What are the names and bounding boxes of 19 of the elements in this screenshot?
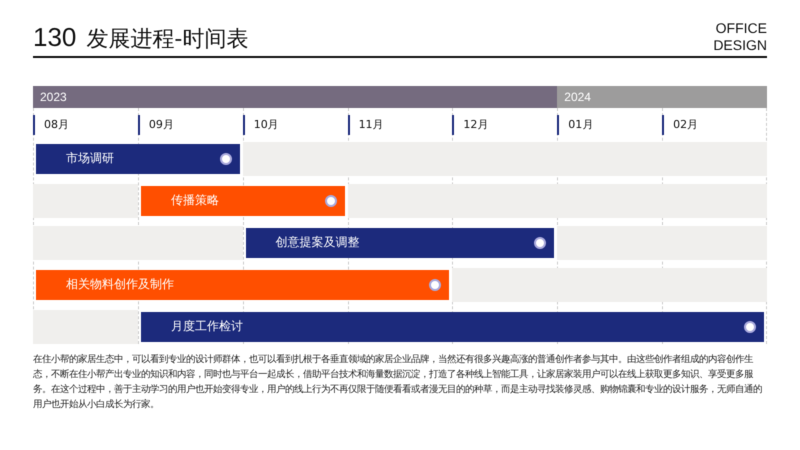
month-label: 10月	[254, 117, 279, 132]
year-bar: 2024	[557, 86, 767, 108]
task-label: 相关物料创作及制作	[66, 276, 174, 293]
slide-title: 发展进程-时间表	[86, 26, 248, 54]
month-label: 09月	[148, 117, 174, 132]
description-paragraph: 在住小帮的家居生态中，可以看到专业的设计师群体，也可以看到扎根于各垂直领域的家居企业品牌，当然还有很多兴趣高涨的普通创作者参与其中。由这些创作者组成的内容创作生态，不断在住小帮产出专业的知识和内容，同时也与平台一起成长，借助平台技术和海量数据沉淀，打造了各种线上智能工具，让家居家装用户可以在线上获取更多知识、享受更多服务。在这个过程中，善于主动学习的用户也开始变得专业，用户的线上行为不再仅限于随便看看或者漫无目的的种草，而是主动寻找装修灵感、购物锦囊和专业的设计服务，无师自通的用户也开始从小白成长为行家。	[33, 352, 763, 412]
month-label: 02月	[673, 117, 698, 132]
brand-text: DESIGN	[713, 37, 767, 54]
brand-text: OFFICE	[716, 20, 767, 37]
task-label: 传播策略	[170, 192, 219, 209]
month-label: 11月	[358, 117, 384, 132]
month-label: 08月	[44, 117, 69, 132]
month-label: 12月	[463, 117, 488, 132]
task-label: 市场调研	[66, 150, 114, 167]
task-label: 月度工作检讨	[170, 318, 243, 335]
slide-number: 130	[33, 22, 76, 53]
month-label: 01月	[568, 117, 594, 132]
year-bar: 2023	[33, 86, 558, 108]
task-label: 创意提案及调整	[276, 234, 360, 251]
